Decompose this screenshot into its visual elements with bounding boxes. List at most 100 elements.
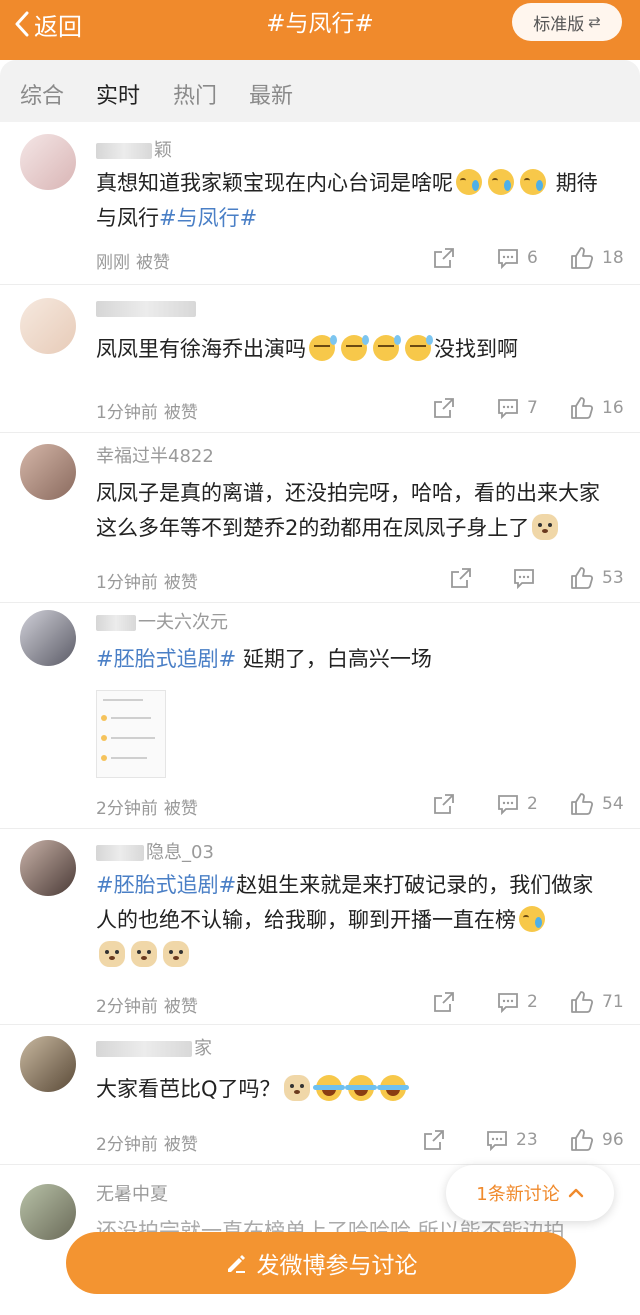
post-text: #胚胎式追剧#赵姐生来就是来打破记录的，我们做家人的也绝不认输，给我聊，聊到开播… — [96, 868, 606, 973]
share-button[interactable] — [433, 793, 455, 815]
share-button[interactable] — [433, 247, 455, 269]
back-label: 返回 — [34, 12, 82, 41]
thumbs-up-icon — [571, 1129, 594, 1151]
comment-icon — [514, 569, 534, 589]
post-item[interactable]: 一夫六次元 #胚胎式追剧# 延期了，白高兴一场 2分钟前 被赞 2 54 — [0, 602, 640, 829]
share-icon — [424, 1130, 444, 1150]
post-meta: 2分钟前 被赞 — [96, 1135, 198, 1155]
doge-emoji-icon — [163, 941, 189, 967]
cry-emoji-icon — [519, 906, 545, 932]
thumbs-up-icon — [571, 991, 594, 1013]
share-icon — [434, 794, 454, 814]
avatar[interactable] — [20, 610, 76, 666]
comment-icon — [498, 795, 518, 815]
username[interactable]: 幸福过半4822 — [96, 442, 214, 468]
like-button[interactable]: 18 — [570, 246, 624, 270]
post-item[interactable]: 幸福过半4822 凤凤子是真的离谱，还没拍完呀，哈哈，看的出来大家这么多年等不到… — [0, 432, 640, 603]
thumbs-up-icon — [571, 567, 594, 589]
username[interactable]: 颖 — [96, 136, 172, 162]
laugh-emoji-icon — [344, 1075, 377, 1101]
like-button[interactable]: 54 — [570, 792, 624, 816]
username[interactable]: 一夫六次元 — [96, 608, 228, 634]
like-button[interactable]: 16 — [570, 396, 624, 420]
cry-emoji-icon — [488, 169, 514, 195]
post-item[interactable]: 隐息_03 #胚胎式追剧#赵姐生来就是来打破记录的，我们做家人的也绝不认输，给我… — [0, 828, 640, 1025]
avatar[interactable] — [20, 1036, 76, 1092]
thumbs-up-icon — [571, 247, 594, 269]
version-toggle-button[interactable]: 标准版 ⇄ — [512, 3, 622, 41]
hashtag-link[interactable]: #与凤行# — [159, 206, 257, 230]
tab-latest[interactable]: 最新 — [249, 78, 293, 110]
share-icon — [451, 568, 471, 588]
sweat-emoji-icon — [309, 335, 337, 361]
post-text: 大家看芭比Q了吗？ — [96, 1072, 616, 1107]
comment-button[interactable]: 7 — [497, 397, 538, 419]
username[interactable]: 家 — [96, 1034, 212, 1060]
like-button[interactable]: 53 — [570, 566, 624, 590]
tab-comprehensive[interactable]: 综合 — [20, 78, 64, 110]
thumbs-up-icon — [571, 397, 594, 419]
post-text: #胚胎式追剧# 延期了，白高兴一场 — [96, 647, 432, 671]
comment-button[interactable]: 2 — [497, 991, 538, 1013]
username[interactable]: 隐息_03 — [96, 838, 214, 864]
username[interactable] — [96, 298, 198, 319]
hashtag-link[interactable]: #胚胎式追剧# — [96, 873, 236, 897]
comment-button[interactable]: 2 — [497, 793, 538, 815]
laugh-emoji-icon — [312, 1075, 345, 1101]
post-item[interactable]: 家 大家看芭比Q了吗？ 2分钟前 被赞 23 96 — [0, 1024, 640, 1165]
pencil-icon — [227, 1255, 245, 1273]
new-discussion-button[interactable]: 1条新讨论 — [446, 1165, 614, 1221]
post-meta: 2分钟前 被赞 — [96, 799, 198, 819]
post-meta: 1分钟前 被赞 — [96, 403, 198, 423]
post-text: 凤凤里有徐海乔出演吗 没找到啊 — [96, 335, 518, 361]
share-icon — [434, 248, 454, 268]
back-button[interactable]: 返回 — [14, 6, 82, 42]
post-item[interactable]: 凤凤里有徐海乔出演吗 没找到啊 1分钟前 被赞 7 16 — [0, 284, 640, 433]
chevron-up-icon — [568, 1188, 583, 1198]
switch-icon: ⇄ — [588, 13, 601, 31]
post-text: 真想知道我家颖宝现在内心台词是啥呢 期待与凤行#与凤行# — [96, 169, 598, 230]
compose-post-button[interactable]: 发微博参与讨论 — [66, 1232, 576, 1294]
comment-button[interactable] — [513, 567, 535, 589]
tab-realtime[interactable]: 实时 — [96, 78, 140, 110]
avatar[interactable] — [20, 444, 76, 500]
cry-emoji-icon — [456, 169, 482, 195]
comment-button[interactable]: 6 — [497, 247, 538, 269]
post-item[interactable]: 颖 真想知道我家颖宝现在内心台词是啥呢 期待与凤行#与凤行# 刚刚 被赞 6 18 — [0, 122, 640, 285]
doge-emoji-icon — [99, 941, 125, 967]
share-button[interactable] — [433, 397, 455, 419]
avatar[interactable] — [20, 1184, 76, 1240]
sweat-emoji-icon — [405, 335, 433, 361]
avatar[interactable] — [20, 840, 76, 896]
like-button[interactable]: 96 — [570, 1128, 624, 1152]
share-button[interactable] — [433, 991, 455, 1013]
comment-icon — [498, 399, 518, 419]
avatar[interactable] — [20, 134, 76, 190]
avatar[interactable] — [20, 298, 76, 354]
comment-icon — [487, 1131, 507, 1151]
comment-button[interactable]: 23 — [486, 1129, 538, 1151]
compose-label: 发微博参与讨论 — [256, 1253, 418, 1279]
hashtag-link[interactable]: #胚胎式追剧# — [96, 647, 236, 671]
post-image-thumbnail[interactable] — [96, 690, 166, 778]
tab-bar: 综合 实时 热门 最新 — [0, 60, 640, 122]
doge-emoji-icon — [283, 1075, 310, 1101]
username[interactable]: 无暑中夏 — [96, 1180, 168, 1206]
post-meta: 1分钟前 被赞 — [96, 573, 198, 593]
share-icon — [434, 992, 454, 1012]
share-button[interactable] — [450, 567, 472, 589]
comment-icon — [498, 993, 518, 1013]
thumbs-up-icon — [571, 793, 594, 815]
comment-icon — [498, 249, 518, 269]
share-icon — [434, 398, 454, 418]
doge-emoji-icon — [131, 941, 157, 967]
share-button[interactable] — [423, 1129, 445, 1151]
sweat-emoji-icon — [373, 335, 401, 361]
post-meta: 刚刚 被赞 — [96, 253, 170, 273]
laugh-emoji-icon — [376, 1075, 409, 1101]
sweat-emoji-icon — [341, 335, 369, 361]
top-bar: 返回 #与凤行# 标准版 ⇄ — [0, 0, 640, 60]
chevron-left-icon — [15, 11, 29, 37]
tab-hot[interactable]: 热门 — [173, 78, 217, 110]
like-button[interactable]: 71 — [570, 990, 624, 1014]
